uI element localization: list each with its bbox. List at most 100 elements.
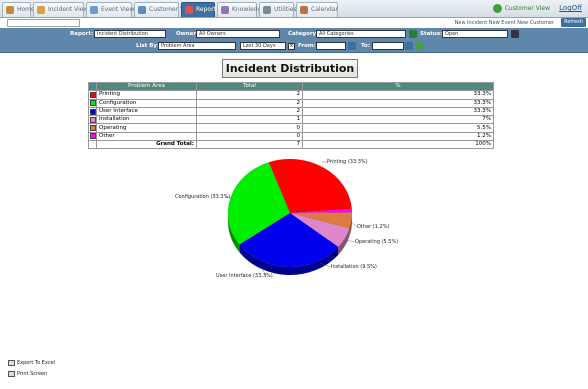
legend-swatch xyxy=(89,125,96,132)
pie-slice-side xyxy=(349,213,352,237)
problem-area-cell: Printing xyxy=(96,90,197,100)
excel-icon xyxy=(8,359,15,366)
status-label: Status: xyxy=(420,31,443,37)
search-icon[interactable] xyxy=(409,30,417,38)
tab-calendar[interactable]: Calendar xyxy=(296,2,338,17)
list-by-select[interactable]: Problem Area xyxy=(158,42,236,50)
table-header-row: Problem Area Total % xyxy=(88,81,494,92)
report-icon xyxy=(185,6,193,14)
tab-home[interactable]: Home xyxy=(2,2,35,17)
quick-actions-bar: New Incident New Event New Customer Refr… xyxy=(0,18,588,28)
grand-total-label: Grand Total: xyxy=(96,140,197,150)
pie-label-leader xyxy=(345,239,356,243)
empty-cell xyxy=(88,140,97,150)
pie-slice-printing xyxy=(268,158,353,214)
percent-cell: 33.3% xyxy=(302,98,494,108)
color-swatch xyxy=(88,90,97,100)
pie-slice-operating xyxy=(289,212,353,229)
color-column-header xyxy=(88,81,97,92)
utilities-icon xyxy=(263,6,271,14)
from-label: From: xyxy=(298,43,316,49)
pie-slice-side xyxy=(239,244,339,275)
table-row: User Interface 2 33.3% xyxy=(88,106,494,117)
status-select[interactable]: Open xyxy=(442,30,508,38)
pie-slice-side xyxy=(228,213,240,253)
clear-period-icon[interactable]: × xyxy=(288,42,295,50)
pie-label: Installation (9.5%) xyxy=(331,264,377,270)
user-status-icon xyxy=(492,4,502,13)
current-view-label: Customer View xyxy=(504,5,550,12)
legend-swatch xyxy=(89,91,96,98)
table-row: Other 0 1.2% xyxy=(88,131,494,142)
tab-label: Calendar xyxy=(311,6,338,13)
color-swatch xyxy=(88,106,97,117)
tab-label: Incident View xyxy=(48,6,89,13)
pie-label: Other (1.2%) xyxy=(357,224,390,230)
table-row: Installation 1 7% xyxy=(88,115,494,125)
total-cell: 2 xyxy=(196,90,303,100)
from-date-input[interactable] xyxy=(316,42,346,50)
table-row: Configuration 2 33.3% xyxy=(88,98,494,108)
table-row: Operating 0 5.5% xyxy=(88,123,494,133)
total-cell: 0 xyxy=(196,123,303,133)
color-swatch xyxy=(88,115,97,125)
export-excel-link[interactable]: Export To Excel xyxy=(8,359,55,367)
percent-column-header: % xyxy=(302,81,494,92)
new-item-links[interactable]: New Incident New Event New Customer xyxy=(455,19,554,27)
calendar-icon[interactable] xyxy=(348,42,356,50)
list-by-label: List By: xyxy=(136,43,160,49)
color-swatch xyxy=(88,131,97,142)
report-select[interactable]: Incident Distribution xyxy=(94,30,166,38)
legend-swatch xyxy=(89,100,96,107)
to-date-input[interactable] xyxy=(372,42,404,50)
color-swatch xyxy=(88,123,97,133)
incident-icon xyxy=(37,6,45,14)
tab-label: Report xyxy=(196,6,216,13)
percent-cell: 33.3% xyxy=(302,90,494,100)
problem-area-cell: Configuration xyxy=(96,98,197,108)
legend-swatch xyxy=(89,108,96,115)
tab-knowledge[interactable]: Knowledge xyxy=(217,2,265,17)
total-cell: 0 xyxy=(196,131,303,142)
grand-percent-cell: 100% xyxy=(302,140,494,150)
problem-area-column-header: Problem Area xyxy=(96,81,197,92)
pie-label: User Interface (33.3%) xyxy=(216,273,273,279)
percent-cell: 5.5% xyxy=(302,123,494,133)
tab-event-view[interactable]: Event View xyxy=(86,2,134,17)
tab-report[interactable]: Report xyxy=(181,2,216,17)
category-select[interactable]: All Categories xyxy=(316,30,406,38)
tab-label: Utilities xyxy=(274,6,297,13)
export-excel-label: Export To Excel xyxy=(17,360,56,366)
go-icon[interactable] xyxy=(416,42,424,50)
calendar-icon xyxy=(300,6,308,14)
problem-area-cell: Other xyxy=(96,131,197,142)
refresh-button[interactable]: Refresh xyxy=(561,18,586,27)
pie-slice-other xyxy=(289,208,353,214)
pie-label-leader xyxy=(319,262,332,268)
tab-customer-view[interactable]: Customer View xyxy=(134,2,194,17)
owner-select[interactable]: All Owners xyxy=(196,30,280,38)
knowledge-icon xyxy=(221,6,229,14)
grand-total-row: Grand Total: 7 100% xyxy=(88,140,494,150)
period-select[interactable]: Last 30 Days xyxy=(240,42,286,50)
home-icon xyxy=(6,6,14,14)
tab-incident-view[interactable]: Incident View xyxy=(33,2,88,17)
print-icon[interactable] xyxy=(511,30,519,38)
quick-menu-select[interactable] xyxy=(7,19,80,27)
logoff-link[interactable]: LogOff xyxy=(559,4,582,12)
percent-cell: 33.3% xyxy=(302,106,494,117)
pie-slice-user-interface xyxy=(239,212,339,268)
color-swatch xyxy=(88,98,97,108)
report-label: Report: xyxy=(70,31,94,37)
percent-cell: 7% xyxy=(302,115,494,125)
calendar-icon[interactable] xyxy=(405,42,413,50)
report-filter-panel: Report: Incident Distribution Owner: All… xyxy=(0,28,588,53)
pie-label: Printing (33.3%) xyxy=(327,159,368,165)
print-screen-link[interactable]: Print Screen xyxy=(8,370,47,378)
tab-utilities[interactable]: Utilities xyxy=(259,2,297,17)
legend-swatch xyxy=(89,133,96,140)
problem-area-cell: User Interface xyxy=(96,106,197,117)
distribution-table: Problem Area Total % Printing 2 33.3% Confi… xyxy=(88,81,494,150)
total-cell: 1 xyxy=(196,115,303,125)
pie-slice-side xyxy=(338,228,350,255)
